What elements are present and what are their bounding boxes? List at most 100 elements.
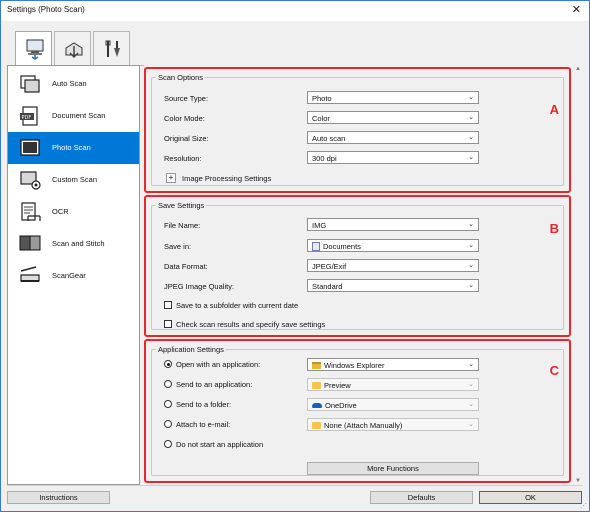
sidebar-item-label: Auto Scan <box>52 79 87 88</box>
send-to-app-radio[interactable] <box>164 380 172 388</box>
folder-icon <box>312 382 321 389</box>
file-name-combobox[interactable]: IMG ⌄ <box>307 218 479 231</box>
group-title: Application Settings <box>156 345 226 354</box>
save-settings-highlight: B Save Settings File Name: IMG ⌄ Save in… <box>144 195 571 337</box>
data-format-label: Data Format: <box>164 262 208 271</box>
chevron-down-icon: ⌄ <box>468 221 474 228</box>
auto-scan-icon <box>20 75 40 93</box>
tab-scan-from-computer[interactable] <box>15 31 52 66</box>
settings-window: Settings (Photo Scan) ✕ Auto Scan PDF Do… <box>0 0 590 512</box>
color-mode-select[interactable]: Color ⌄ <box>307 111 479 124</box>
original-size-label: Original Size: <box>164 134 209 143</box>
onedrive-cloud-icon <box>312 403 322 408</box>
source-type-select[interactable]: Photo ⌄ <box>307 91 479 104</box>
check-results-checkbox-label[interactable]: Check scan results and specify save sett… <box>176 320 325 329</box>
original-size-select[interactable]: Auto scan ⌄ <box>307 131 479 144</box>
check-results-checkbox[interactable] <box>164 320 172 328</box>
send-to-app-select[interactable]: Preview ⌄ <box>307 378 479 391</box>
subfolder-checkbox-label[interactable]: Save to a subfolder with current date <box>176 301 298 310</box>
image-processing-settings-label[interactable]: Image Processing Settings <box>182 174 271 183</box>
chevron-down-icon: ⌄ <box>468 401 474 408</box>
resize-grip-icon[interactable]: ⋰ <box>580 502 587 510</box>
scan-options-group: Scan Options Source Type: Photo ⌄ Color … <box>151 73 564 186</box>
window-title: Settings (Photo Scan) <box>7 5 85 14</box>
select-value: Standard <box>312 282 343 291</box>
scroll-up-icon[interactable]: ▲ <box>575 66 581 72</box>
chevron-down-icon: ⌄ <box>468 361 474 368</box>
select-value: OneDrive <box>325 401 357 410</box>
send-to-folder-label[interactable]: Send to a folder: <box>176 400 231 409</box>
select-value: JPEG/Exif <box>312 262 347 271</box>
file-name-label: File Name: <box>164 221 201 230</box>
defaults-button[interactable]: Defaults <box>370 491 473 504</box>
select-value: None (Attach Manually) <box>324 421 403 430</box>
chevron-down-icon: ⌄ <box>468 282 474 289</box>
sidebar-item-scangear[interactable]: ScanGear <box>8 260 139 292</box>
no-app-radio[interactable] <box>164 440 172 448</box>
jpeg-quality-label: JPEG Image Quality: <box>164 282 235 291</box>
application-settings-group: Application Settings Open with an applic… <box>151 345 564 476</box>
send-to-folder-select[interactable]: OneDrive ⌄ <box>307 398 479 411</box>
sidebar-item-document-scan[interactable]: PDF Document Scan <box>8 100 139 132</box>
subfolder-checkbox[interactable] <box>164 301 172 309</box>
sidebar-item-label: Photo Scan <box>52 143 91 152</box>
color-mode-label: Color Mode: <box>164 114 205 123</box>
folder-icon <box>312 422 321 429</box>
send-to-folder-radio[interactable] <box>164 400 172 408</box>
expand-icon[interactable]: + <box>166 173 176 183</box>
sidebar-item-label: ScanGear <box>52 271 86 280</box>
vertical-scrollbar[interactable]: ▲ ▼ <box>573 65 583 485</box>
select-value: IMG <box>312 221 327 230</box>
send-to-app-label[interactable]: Send to an application: <box>176 380 252 389</box>
attach-email-select[interactable]: None (Attach Manually) ⌄ <box>307 418 479 431</box>
scroll-down-icon[interactable]: ▼ <box>575 478 581 484</box>
footer-divider <box>7 485 583 486</box>
scan-mode-sidebar: Auto Scan PDF Document Scan Photo Scan C… <box>7 65 140 485</box>
attach-email-radio[interactable] <box>164 420 172 428</box>
data-format-select[interactable]: JPEG/Exif ⌄ <box>307 259 479 272</box>
save-in-select[interactable]: Documents ⌄ <box>307 239 479 252</box>
select-value: 300 dpi <box>312 154 337 163</box>
group-title: Scan Options <box>156 73 206 82</box>
select-value: Documents <box>323 242 361 251</box>
chevron-down-icon: ⌄ <box>468 134 474 141</box>
no-app-label[interactable]: Do not start an application <box>176 440 263 449</box>
sidebar-item-auto-scan[interactable]: Auto Scan <box>8 68 139 100</box>
scan-stitch-icon <box>19 235 41 251</box>
chevron-down-icon: ⌄ <box>468 114 474 121</box>
sidebar-item-scan-and-stitch[interactable]: Scan and Stitch <box>8 228 139 260</box>
sidebar-item-ocr[interactable]: OCR <box>8 196 139 228</box>
sidebar-item-label: Document Scan <box>52 111 106 120</box>
scangear-icon <box>20 266 40 282</box>
select-value: Preview <box>324 381 351 390</box>
ok-button[interactable]: OK <box>479 491 582 504</box>
attach-email-label[interactable]: Attach to e-mail: <box>176 420 230 429</box>
application-settings-highlight: C Application Settings Open with an appl… <box>144 339 571 483</box>
jpeg-quality-select[interactable]: Standard ⌄ <box>307 279 479 292</box>
select-value: Windows Explorer <box>324 361 385 370</box>
save-settings-group: Save Settings File Name: IMG ⌄ Save in: … <box>151 201 564 330</box>
sidebar-item-label: Scan and Stitch <box>52 239 105 248</box>
sidebar-item-photo-scan[interactable]: Photo Scan <box>8 132 139 164</box>
open-with-app-select[interactable]: Windows Explorer ⌄ <box>307 358 479 371</box>
select-value: Photo <box>312 94 332 103</box>
resolution-label: Resolution: <box>164 154 202 163</box>
photo-scan-icon <box>20 139 40 156</box>
documents-folder-icon <box>312 242 320 251</box>
tab-scan-from-panel[interactable] <box>54 31 91 65</box>
chevron-down-icon: ⌄ <box>468 262 474 269</box>
instructions-button[interactable]: Instructions <box>7 491 110 504</box>
chevron-down-icon: ⌄ <box>468 94 474 101</box>
select-value: Auto scan <box>312 134 346 143</box>
computer-scan-icon <box>26 39 44 60</box>
title-bar: Settings (Photo Scan) ✕ <box>1 1 589 21</box>
open-with-app-label[interactable]: Open with an application: <box>176 360 260 369</box>
tab-general-settings[interactable] <box>93 31 130 65</box>
sidebar-item-custom-scan[interactable]: Custom Scan <box>8 164 139 196</box>
windows-explorer-icon <box>312 362 321 369</box>
resolution-select[interactable]: 300 dpi ⌄ <box>307 151 479 164</box>
close-icon[interactable]: ✕ <box>572 3 581 16</box>
open-with-app-radio[interactable] <box>164 360 172 368</box>
group-title: Save Settings <box>156 201 207 210</box>
more-functions-button[interactable]: More Functions <box>307 462 479 475</box>
